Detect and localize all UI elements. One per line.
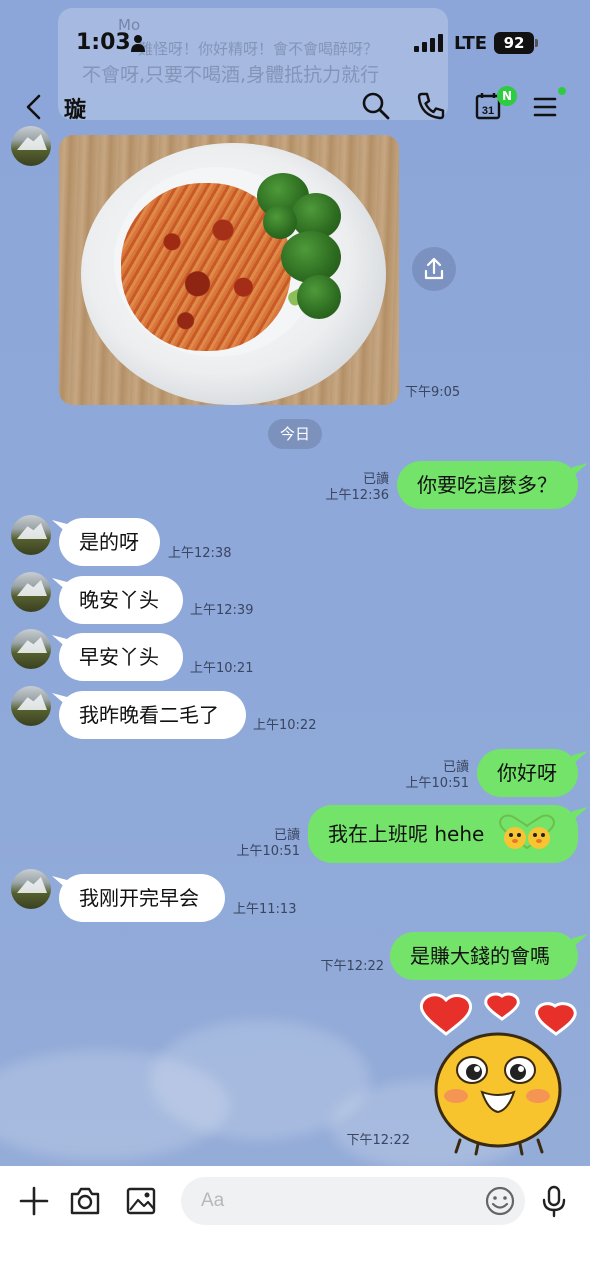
status-bar: 1:03 LTE 92 bbox=[0, 0, 590, 88]
message-time: 上午10:21 bbox=[190, 661, 254, 676]
chat-title[interactable]: 璇 bbox=[64, 92, 86, 124]
incoming-message[interactable]: 早安丫头 bbox=[59, 633, 183, 681]
outgoing-message[interactable]: 我在上班呢 hehe bbox=[308, 805, 578, 863]
read-receipt: 已讀 bbox=[362, 472, 389, 487]
message-time: 上午12:38 bbox=[168, 546, 232, 561]
incoming-message[interactable]: 我昨晚看二毛了 bbox=[59, 691, 246, 739]
share-icon bbox=[424, 257, 444, 280]
read-receipt: 已讀 bbox=[273, 828, 300, 843]
message-meta: 已讀 上午12:36 bbox=[300, 472, 389, 504]
photo-broccoli bbox=[297, 275, 341, 319]
outgoing-message[interactable]: 你好呀 bbox=[477, 749, 578, 797]
message-time: 上午11:13 bbox=[233, 902, 297, 917]
avatar[interactable] bbox=[11, 869, 51, 909]
calendar-day: 31 bbox=[482, 105, 494, 117]
avatar[interactable] bbox=[11, 572, 51, 612]
message-time: 下午9:05 bbox=[405, 385, 461, 400]
camera-icon[interactable] bbox=[68, 1184, 102, 1218]
message-input[interactable] bbox=[181, 1177, 525, 1225]
message-time: 上午10:51 bbox=[236, 844, 300, 859]
avatar[interactable] bbox=[11, 686, 51, 726]
message-time: 下午12:22 bbox=[346, 1133, 410, 1148]
date-divider: 今日 bbox=[268, 419, 322, 449]
person-icon bbox=[131, 35, 145, 52]
menu-notification-dot bbox=[558, 87, 566, 95]
incoming-message[interactable]: 我刚开完早会 bbox=[59, 874, 225, 922]
incoming-message[interactable]: 晚安丫头 bbox=[59, 576, 183, 624]
plus-icon[interactable] bbox=[17, 1184, 51, 1218]
mic-icon[interactable] bbox=[537, 1184, 571, 1218]
search-icon[interactable] bbox=[358, 88, 394, 124]
message-meta: 已讀 上午10:51 bbox=[380, 760, 469, 792]
battery-level: 92 bbox=[494, 32, 534, 54]
signal-icon bbox=[414, 34, 443, 52]
network-type: LTE bbox=[454, 33, 488, 54]
food-photo[interactable] bbox=[59, 135, 399, 405]
outgoing-message[interactable]: 你要吃這麼多？ bbox=[397, 461, 578, 509]
status-time: 1:03 bbox=[76, 30, 131, 55]
message-time: 下午12:22 bbox=[320, 959, 384, 974]
image-icon[interactable] bbox=[124, 1184, 158, 1218]
message-time: 上午10:22 bbox=[253, 718, 317, 733]
phone-icon[interactable] bbox=[413, 88, 449, 124]
emoji-icon[interactable] bbox=[483, 1184, 517, 1218]
incoming-message[interactable]: 是的呀 bbox=[59, 518, 160, 566]
message-meta: 已讀 上午10:51 bbox=[211, 828, 300, 860]
avatar[interactable] bbox=[11, 515, 51, 555]
avatar[interactable] bbox=[11, 126, 51, 166]
message-text: 我在上班呢 hehe bbox=[328, 822, 485, 846]
menu-icon[interactable] bbox=[527, 88, 563, 124]
photo-broccoli bbox=[263, 205, 297, 239]
battery-tip bbox=[535, 39, 538, 47]
sticker-image[interactable] bbox=[416, 992, 580, 1156]
back-icon[interactable] bbox=[22, 92, 46, 122]
outgoing-message[interactable]: 是賺大錢的會嗎 bbox=[390, 932, 578, 980]
share-button[interactable] bbox=[412, 247, 456, 291]
message-time: 上午10:51 bbox=[405, 776, 469, 791]
message-time: 上午12:36 bbox=[325, 488, 389, 503]
avatar[interactable] bbox=[11, 629, 51, 669]
read-receipt: 已讀 bbox=[442, 760, 469, 775]
message-time: 上午12:39 bbox=[190, 603, 254, 618]
calendar-badge: N bbox=[497, 86, 517, 106]
chick-emoji-icon bbox=[498, 814, 555, 849]
